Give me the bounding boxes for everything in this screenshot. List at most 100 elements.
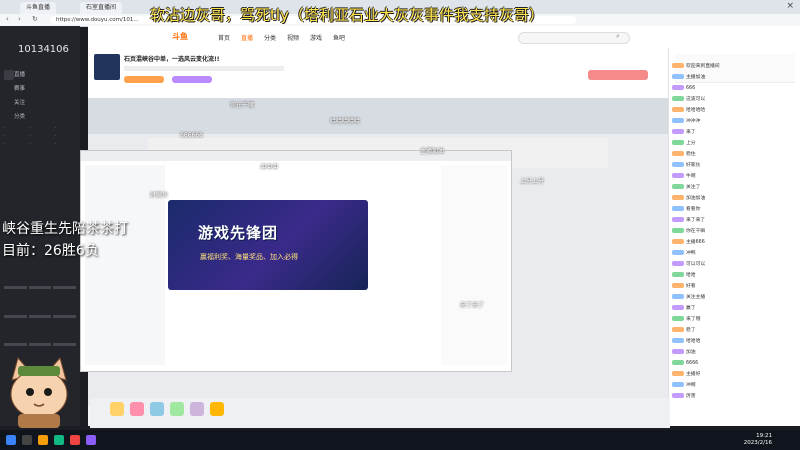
nav-link[interactable]: 鱼吧: [333, 33, 345, 42]
category-dot[interactable]: ·: [29, 126, 52, 131]
sidebar-link[interactable]: [28, 286, 52, 289]
chat-text: 加油: [686, 350, 696, 355]
category-dot[interactable]: ·: [4, 142, 27, 147]
back-icon[interactable]: ‹: [6, 15, 9, 23]
chat-message: 哈哈哈: [672, 337, 794, 347]
gift-icon[interactable]: [210, 402, 224, 416]
chat-text: 赢了: [686, 306, 696, 311]
category-dot[interactable]: ·: [4, 126, 27, 131]
level-badge: [672, 228, 684, 233]
chat-message: 来了来了: [672, 216, 794, 226]
search-icon[interactable]: ⌕: [616, 32, 620, 41]
app-icon[interactable]: [86, 435, 96, 445]
chat-message: 好看: [672, 282, 794, 292]
chat-text: 牛啊: [686, 174, 696, 179]
sidebar-link[interactable]: [53, 286, 76, 289]
chat-text: 看看你: [686, 207, 701, 212]
banner-title: 游戏先锋团: [198, 224, 279, 242]
browser-tab[interactable]: 斗鱼直播: [20, 2, 57, 14]
level-badge: [672, 239, 684, 244]
chat-message: 哈哈哈哈: [672, 106, 794, 116]
gift-icon[interactable]: [110, 402, 124, 416]
level-badge: [672, 74, 684, 79]
category-dot[interactable]: ·: [55, 142, 78, 147]
chat-message: 欢迎来到直播间: [672, 62, 794, 72]
chat-text: 厉害: [686, 394, 696, 399]
category-dot[interactable]: ·: [55, 134, 78, 139]
forward-icon[interactable]: ›: [18, 15, 21, 23]
sidebar-link[interactable]: [4, 343, 27, 347]
chat-message: 好家伙: [672, 161, 794, 171]
level-badge: [672, 63, 684, 68]
browser-tab[interactable]: 石室直播间: [80, 2, 123, 14]
inner-side-panel: [441, 165, 507, 365]
level-badge: [672, 382, 684, 387]
fan-badge-button[interactable]: [172, 76, 212, 83]
site-logo[interactable]: 斗鱼: [172, 31, 188, 42]
chat-message: 牛啊: [672, 172, 794, 182]
level-badge: [672, 151, 684, 156]
danmaku-item: 主播加油: [420, 148, 445, 155]
follow-button[interactable]: [124, 76, 164, 83]
streamer-avatar[interactable]: [94, 54, 120, 80]
browser-icon[interactable]: [54, 435, 64, 445]
category-dot[interactable]: ·: [4, 134, 27, 139]
chat-message: 主播加油: [672, 73, 794, 83]
chat-text: 666: [686, 86, 696, 91]
site-navbar: 斗鱼 首页 直播 分类 视频 游戏 鱼吧 ⌕: [88, 26, 800, 49]
sidebar-link[interactable]: [53, 314, 76, 318]
gift-icon[interactable]: [170, 402, 184, 416]
chat-message: 加油加油: [672, 194, 794, 204]
chat-text: 好看: [686, 284, 696, 289]
nav-link[interactable]: 直播: [241, 33, 253, 42]
overlay-title: 软沾边灰哥，骂死tly（塔利亚石业大灰灰事件我支持灰哥）: [150, 6, 544, 24]
category-dot[interactable]: ·: [29, 134, 52, 139]
search-input[interactable]: [518, 32, 630, 44]
category-dot[interactable]: ·: [55, 126, 78, 131]
clock[interactable]: 19:21 2023/2/16: [744, 433, 772, 447]
nav-link[interactable]: 分类: [264, 33, 276, 42]
level-badge: [672, 173, 684, 178]
sidebar-item[interactable]: 直播: [14, 70, 25, 78]
folder-icon[interactable]: [38, 435, 48, 445]
level-badge: [672, 140, 684, 145]
chat-message: 主播666: [672, 238, 794, 248]
chat-message: 来了哦: [672, 315, 794, 325]
level-badge: [672, 206, 684, 211]
promo-banner[interactable]: 游戏先锋团 赢福利奖、海量奖品、加入必得: [168, 200, 368, 290]
gift-icon[interactable]: [130, 402, 144, 416]
gift-banner[interactable]: [588, 70, 648, 80]
sidebar-link[interactable]: [53, 343, 76, 347]
gift-icon[interactable]: [150, 402, 164, 416]
chat-text: 主播好: [686, 372, 701, 377]
app-icon[interactable]: [70, 435, 80, 445]
sidebar-item[interactable]: 关注: [14, 98, 25, 106]
refresh-icon[interactable]: ↻: [32, 15, 38, 23]
nav-link[interactable]: 首页: [218, 33, 230, 42]
windows-start-icon[interactable]: [6, 435, 16, 445]
sidebar-link[interactable]: [28, 343, 52, 347]
chat-text: 哈哈: [686, 273, 696, 278]
sidebar-link[interactable]: [4, 286, 27, 289]
chat-text: 加油加油: [686, 196, 706, 201]
tab-label: 石室直播间: [86, 4, 117, 11]
nav-link[interactable]: 视频: [287, 33, 299, 42]
level-badge: [672, 393, 684, 398]
chat-text: 主播666: [686, 240, 705, 245]
sidebar-item[interactable]: 赛事: [14, 84, 25, 92]
taskbar: 19:21 2023/2/16: [0, 430, 800, 450]
sidebar-link[interactable]: [28, 314, 52, 318]
chat-message: 厉害: [672, 392, 794, 402]
banner-subtitle: 赢福利奖、海量奖品、加入必得: [200, 253, 298, 261]
nav-link[interactable]: 游戏: [310, 33, 322, 42]
gift-icon[interactable]: [190, 402, 204, 416]
level-badge: [672, 272, 684, 277]
sidebar-link[interactable]: [4, 314, 27, 318]
search-icon[interactable]: [22, 435, 32, 445]
sidebar-category-grid: · · · · · · · · ·: [4, 126, 78, 147]
sidebar-item[interactable]: 分类: [14, 112, 25, 120]
chat-text: 可以可以: [686, 262, 706, 267]
close-icon[interactable]: ×: [786, 1, 794, 11]
category-dot[interactable]: ·: [29, 142, 52, 147]
cat-avatar-icon: [10, 356, 68, 428]
